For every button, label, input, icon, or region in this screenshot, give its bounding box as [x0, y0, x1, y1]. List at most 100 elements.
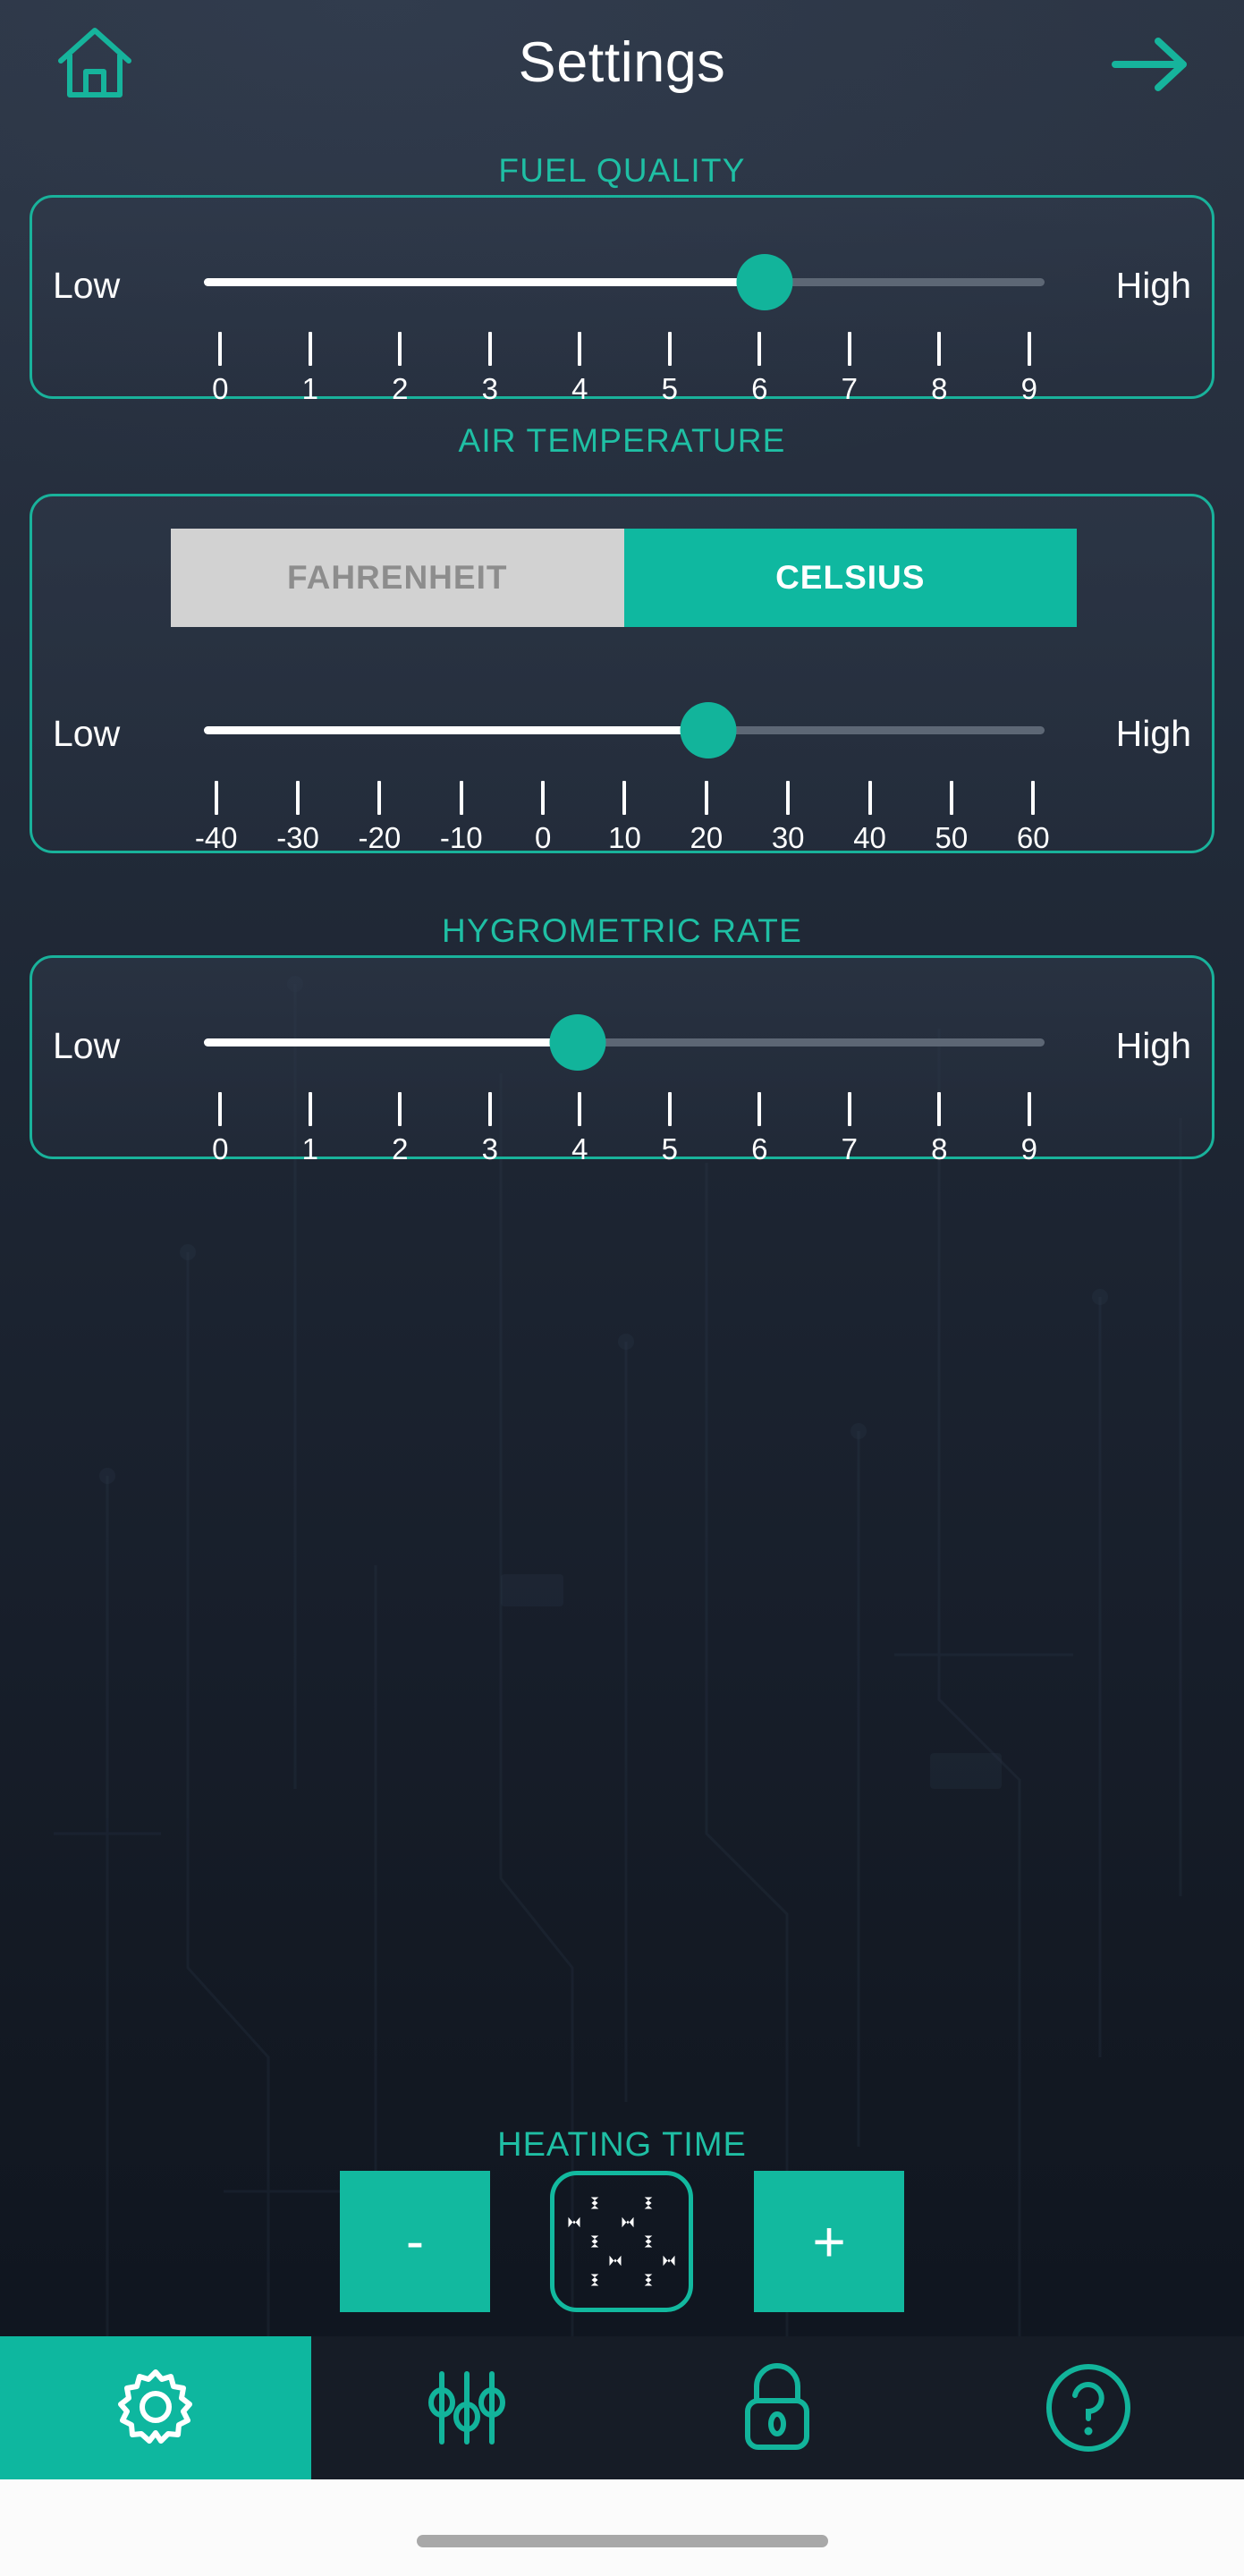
slider-tick-label: 50 [935, 821, 969, 854]
nav-item-lock[interactable] [622, 2336, 934, 2479]
air-temperature-panel: FAHRENHEIT CELSIUS Low High -40 -30 -20 -10… [30, 494, 1214, 853]
slider-tick-label: -40 [194, 821, 238, 854]
slider-tick: -30 [257, 781, 338, 852]
slider-tick-mark [578, 1092, 582, 1126]
slider-track-fill [204, 278, 765, 286]
slider-tick-label: 0 [534, 821, 552, 854]
slider-tick-label: 60 [1016, 821, 1050, 854]
heating-time-controls: - + [0, 2171, 1244, 2314]
forward-button[interactable] [1110, 32, 1192, 97]
air-temperature-ticks: -40 -30 -20 -10 0 10 20 30 40 50 60 [175, 781, 1074, 852]
page-title: Settings [518, 31, 726, 94]
slider-tick-label: 2 [392, 1132, 409, 1165]
slider-tick: 8 [894, 332, 985, 403]
slider-tick-label: 2 [392, 372, 409, 405]
slider-tick-label: 6 [751, 1132, 768, 1165]
slider-tick-label: 10 [608, 821, 641, 854]
segment [590, 2235, 599, 2248]
segment [609, 2255, 622, 2267]
slider-tick-mark [214, 781, 218, 815]
slider-tick-mark [667, 332, 672, 366]
slider-tick-mark [487, 332, 492, 366]
slider-tick: 1 [266, 1092, 356, 1164]
arrow-right-icon [1112, 38, 1187, 91]
slider-tick: 0 [175, 1092, 266, 1164]
heating-time-decrement-button[interactable]: - [340, 2171, 490, 2312]
slider-thumb[interactable] [680, 702, 737, 758]
slider-tick-mark [296, 781, 300, 815]
gear-icon [117, 2369, 192, 2444]
slider-tick-mark [867, 781, 872, 815]
slider-tick: 6 [715, 332, 805, 403]
slider-tick-mark [847, 332, 851, 366]
hygrometric-rate-ticks: 0 1 2 3 4 5 6 7 8 9 [175, 1092, 1074, 1164]
slider-tick-mark [459, 781, 463, 815]
fuel-quality-ticks: 0 1 2 3 4 5 6 7 8 9 [175, 332, 1074, 403]
slider-tick-label: 8 [931, 1132, 948, 1165]
slider-tick-mark [218, 332, 223, 366]
fuel-quality-label: FUEL QUALITY [498, 152, 746, 189]
slider-tick-mark [308, 332, 312, 366]
slider-tick-mark [1031, 781, 1036, 815]
slider-tick-mark [218, 1092, 223, 1126]
heating-time-increment-button[interactable]: + [754, 2171, 904, 2312]
slider-tick-label: -10 [439, 821, 483, 854]
nav-item-help[interactable] [933, 2336, 1244, 2479]
slider-tick: 4 [535, 1092, 625, 1164]
air-temperature-high-label: High [1115, 713, 1191, 754]
slider-tick: 0 [502, 781, 583, 852]
settings-screen: Settings FUEL QUALITY Low High 0 1 2 3 4 5 6 7 8… [0, 0, 1244, 2576]
slider-tick-label: 30 [771, 821, 805, 854]
segment [663, 2255, 675, 2267]
slider-thumb[interactable] [736, 254, 793, 310]
slider-tick: 60 [993, 781, 1074, 852]
slider-tick-label: 6 [751, 372, 768, 405]
fuel-quality-high-label: High [1115, 265, 1191, 306]
seven-segment-value [568, 2197, 675, 2286]
slider-tick-mark [578, 332, 582, 366]
home-indicator-pill[interactable] [416, 2535, 828, 2547]
slider-tick-label: 5 [661, 372, 678, 405]
slider-tick-label: 5 [661, 1132, 678, 1165]
heating-time-display [550, 2171, 693, 2312]
hygrometric-rate-high-label: High [1115, 1025, 1191, 1066]
slider-tick-label: -30 [276, 821, 319, 854]
slider-tick: -40 [175, 781, 257, 852]
air-temperature-slider[interactable] [204, 702, 1045, 758]
bottom-navigation [0, 2336, 1244, 2479]
slider-tick-mark [308, 1092, 312, 1126]
nav-item-controls[interactable] [311, 2336, 622, 2479]
hygrometric-rate-slider[interactable] [204, 1014, 1045, 1071]
slider-tick-mark [398, 1092, 402, 1126]
slider-tick-label: 0 [212, 372, 229, 405]
unit-fahrenheit-button[interactable]: FAHRENHEIT [171, 529, 624, 627]
unit-celsius-button[interactable]: CELSIUS [623, 529, 1077, 627]
slider-tick: -10 [420, 781, 502, 852]
temperature-unit-toggle[interactable]: FAHRENHEIT CELSIUS [171, 529, 1077, 627]
slider-tick: 10 [584, 781, 665, 852]
slider-tick-mark [377, 781, 382, 815]
slider-tick: 50 [910, 781, 992, 852]
slider-tick: 3 [445, 1092, 536, 1164]
help-circle-icon [1046, 2364, 1131, 2452]
slider-tick: 2 [355, 332, 445, 403]
slider-tick-label: 9 [1020, 372, 1037, 405]
sliders-icon [427, 2371, 505, 2445]
slider-tick-mark [704, 781, 708, 815]
slider-tick-label: 40 [853, 821, 886, 854]
nav-item-settings[interactable] [0, 2336, 311, 2479]
slider-tick: 1 [266, 332, 356, 403]
slider-tick-mark [541, 781, 546, 815]
fuel-quality-slider[interactable] [204, 254, 1045, 310]
segment [568, 2216, 580, 2228]
slider-tick-label: 9 [1020, 1132, 1037, 1165]
segment [622, 2216, 634, 2228]
slider-tick: 5 [625, 332, 715, 403]
air-temperature-label: AIR TEMPERATURE [458, 422, 786, 459]
slider-tick-label: -20 [358, 821, 402, 854]
slider-tick: 40 [829, 781, 910, 852]
segment [590, 2274, 599, 2286]
hygrometric-rate-panel: Low High 0 1 2 3 4 5 6 7 8 9 [30, 955, 1214, 1164]
slider-tick-mark [949, 781, 953, 815]
slider-thumb[interactable] [549, 1014, 606, 1071]
